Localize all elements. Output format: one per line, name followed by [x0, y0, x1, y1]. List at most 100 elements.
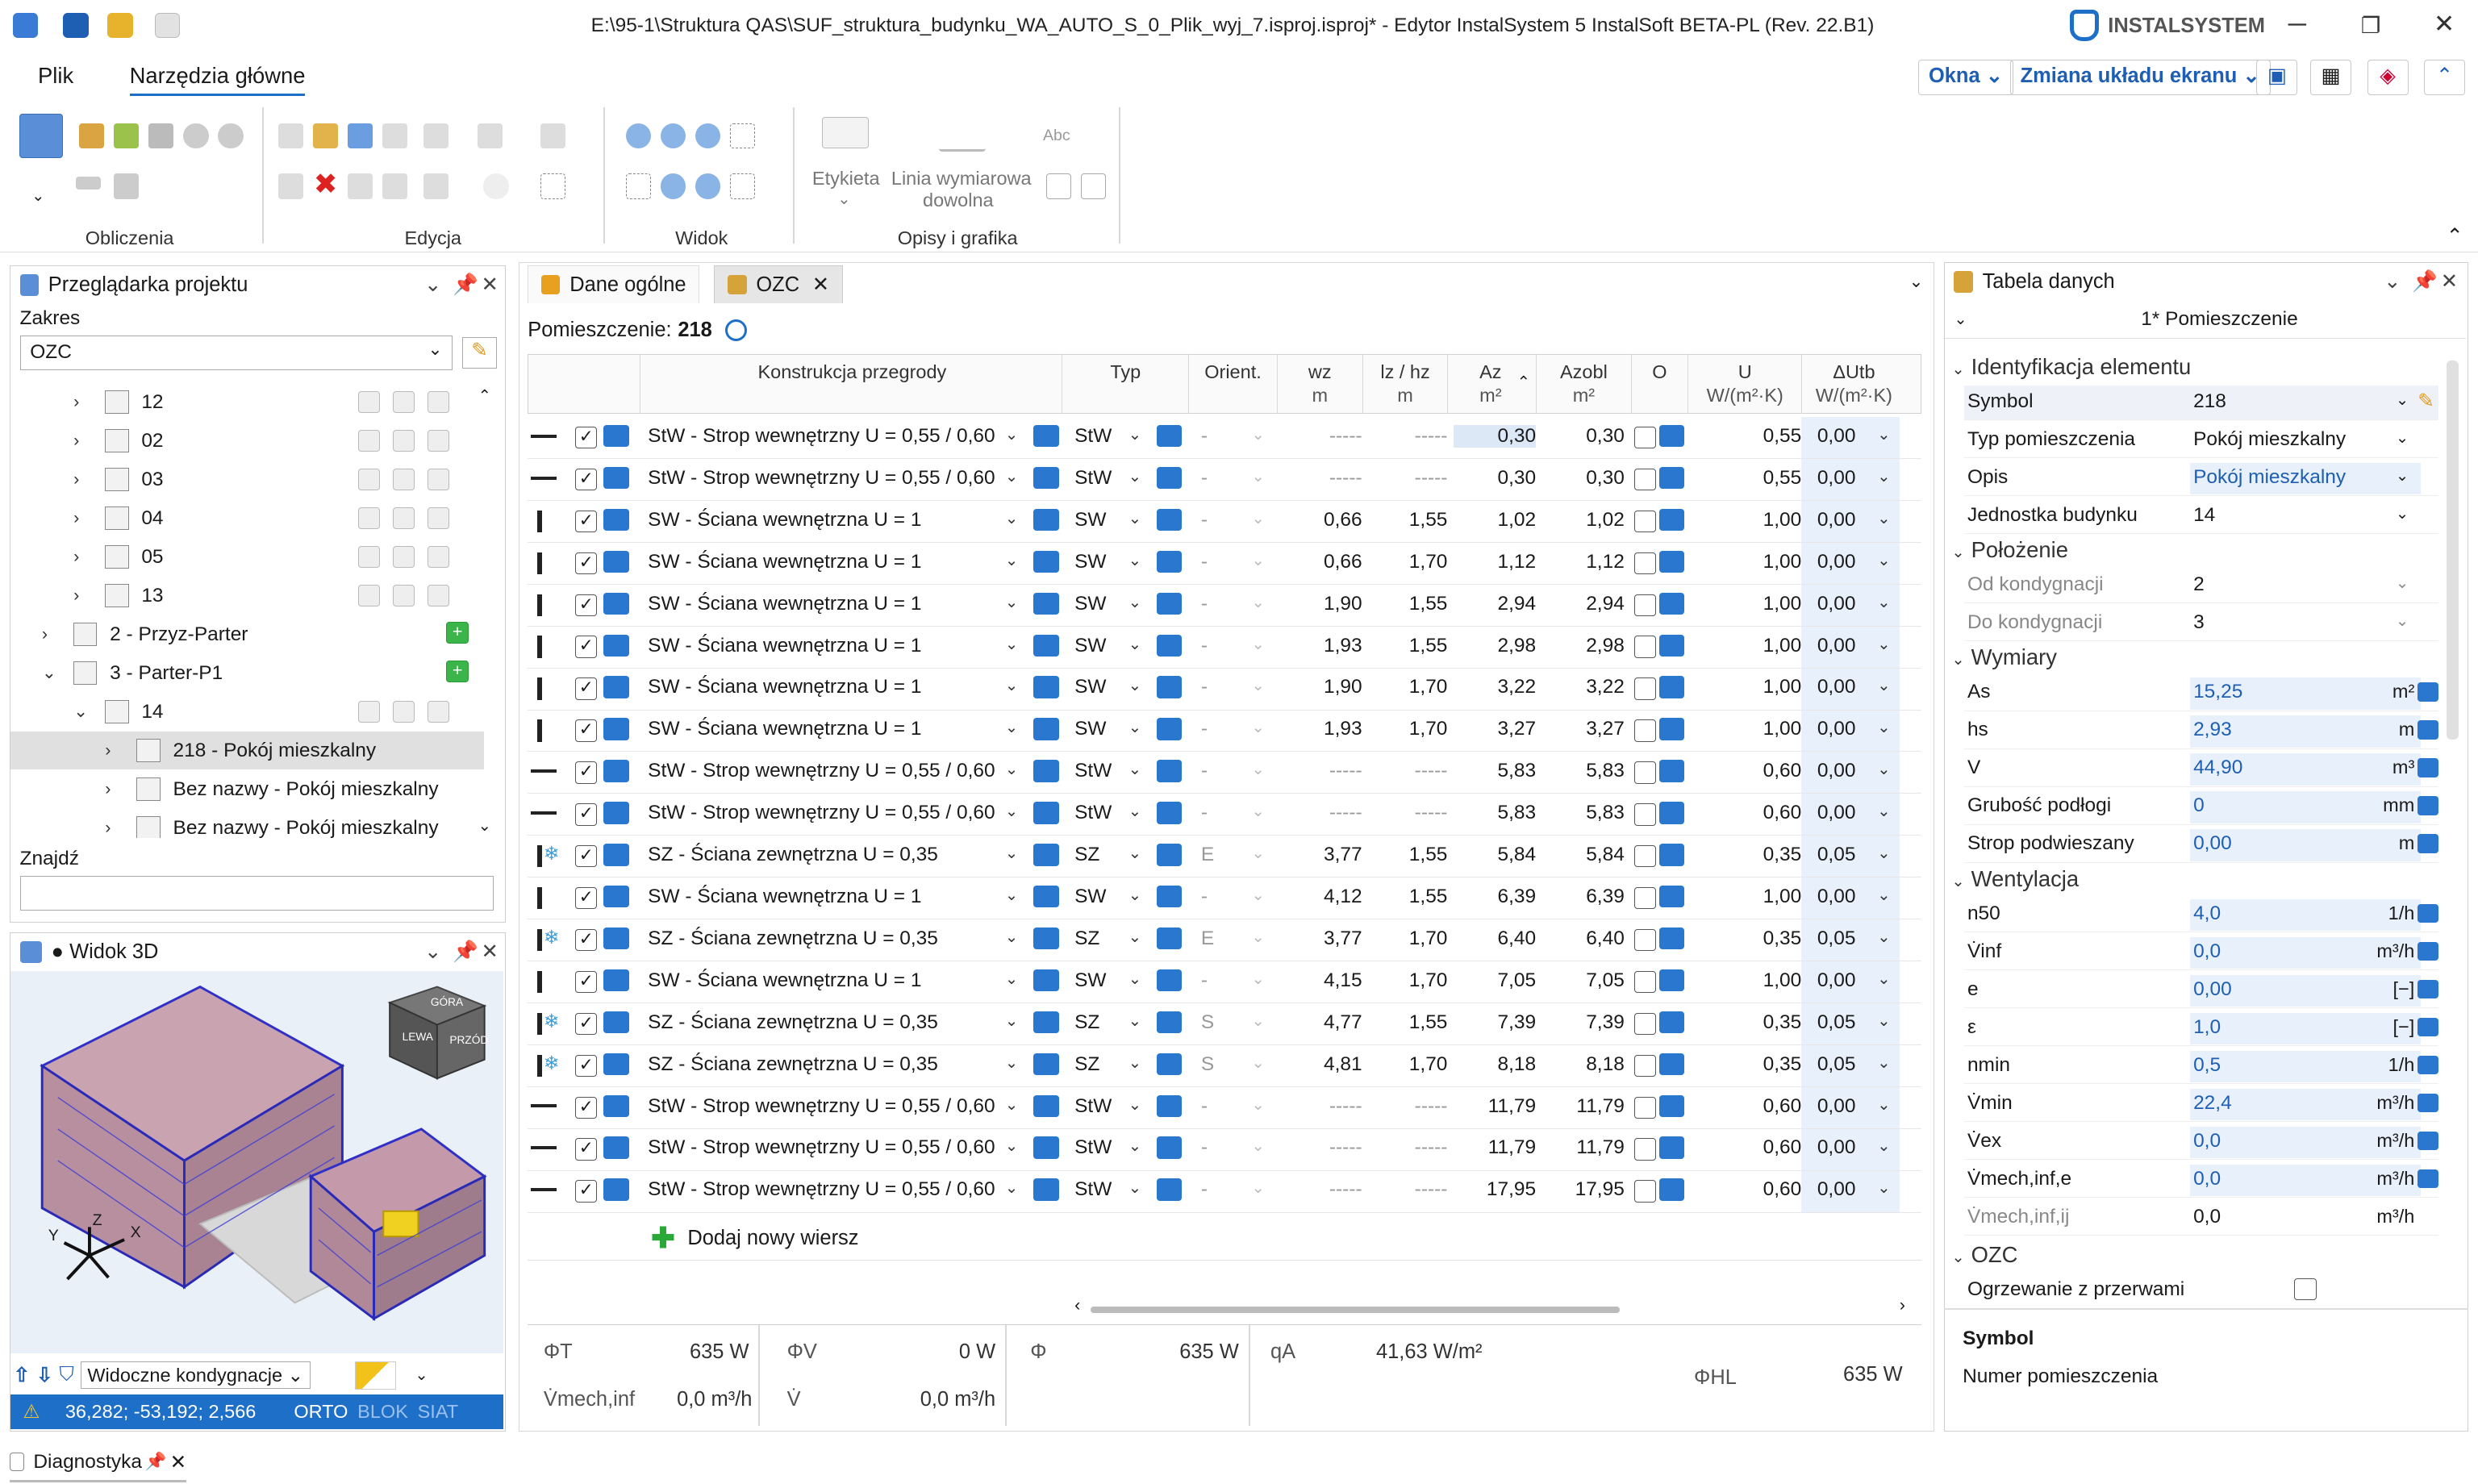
- dt-ogrz-checkbox[interactable]: [2294, 1278, 2317, 1301]
- cell-wz[interactable]: -----: [1283, 802, 1362, 824]
- table-row[interactable]: ✓ SW - Ściana wewnętrzna U = 1 ⌄ SW ⌄ - ⌄ 1,90 1…: [528, 668, 1922, 711]
- typ-pc-icon[interactable]: [1156, 1094, 1183, 1117]
- cell-konstrukcja[interactable]: SZ - Ściana zewnętrzna U = 0,35: [648, 844, 938, 866]
- move-icon[interactable]: [423, 173, 449, 199]
- col-header-o[interactable]: O: [1630, 353, 1688, 415]
- section-collapse-icon[interactable]: ⌄: [1951, 544, 1964, 561]
- group-icon[interactable]: [382, 173, 408, 199]
- scope-select[interactable]: OZC ⌄: [19, 336, 453, 371]
- cell-orient[interactable]: -: [1201, 467, 1208, 490]
- o-pc-icon[interactable]: [1658, 802, 1685, 824]
- orient-dropdown-icon[interactable]: ⌄: [1252, 509, 1265, 528]
- redo-icon[interactable]: [347, 173, 373, 199]
- dt-value-as[interactable]: 15,25: [2193, 681, 2242, 703]
- row-checkbox[interactable]: ✓: [575, 426, 598, 449]
- konstrukcja-dropdown-icon[interactable]: ⌄: [1005, 1095, 1018, 1115]
- orient-dropdown-icon[interactable]: ⌄: [1252, 760, 1265, 779]
- cell-orient[interactable]: -: [1201, 425, 1208, 448]
- cell-wz[interactable]: 4,77: [1283, 1011, 1362, 1034]
- tree-expand-icon[interactable]: ›: [105, 818, 124, 838]
- konstrukcja-pc-icon[interactable]: [1033, 1011, 1059, 1034]
- cube-front-label[interactable]: PRZÓD: [449, 1034, 488, 1046]
- tree-expand-icon[interactable]: ›: [42, 624, 61, 644]
- cell-az[interactable]: 1,12: [1454, 551, 1537, 573]
- dt-value-jedn[interactable]: 14: [2193, 504, 2215, 527]
- cell-wz[interactable]: 3,77: [1283, 844, 1362, 866]
- dt-value-v[interactable]: 44,90: [2193, 757, 2242, 779]
- cell-azobl[interactable]: 0,30: [1542, 467, 1625, 490]
- view3d-canvas[interactable]: GÓRA LEWA PRZÓD Y Z X: [10, 970, 503, 1353]
- dt-value-hs[interactable]: 2,93: [2193, 719, 2232, 741]
- small-action-icon[interactable]: [357, 506, 381, 530]
- cell-o-checkbox[interactable]: [1633, 970, 1657, 994]
- konstrukcja-dropdown-icon[interactable]: ⌄: [1005, 760, 1018, 779]
- cell-lz[interactable]: 1,55: [1368, 1011, 1448, 1034]
- cell-wz[interactable]: -----: [1283, 1136, 1362, 1159]
- konstrukcja-pc-icon[interactable]: [1033, 466, 1059, 490]
- table-row[interactable]: ✓ SW - Ściana wewnętrzna U = 1 ⌄ SW ⌄ - ⌄ 0,66 1…: [528, 542, 1922, 585]
- dt-expand-icon[interactable]: ⌄: [1954, 310, 1967, 329]
- typ-pc-icon[interactable]: [1156, 969, 1183, 992]
- cell-o-checkbox[interactable]: [1633, 1096, 1657, 1119]
- row-pc-icon[interactable]: [603, 927, 629, 950]
- cell-lz[interactable]: 1,55: [1368, 844, 1448, 866]
- dt-value-e[interactable]: 0,00: [2193, 978, 2232, 1001]
- orto-toggle[interactable]: ORTO: [294, 1401, 348, 1423]
- konstrukcja-dropdown-icon[interactable]: ⌄: [1005, 802, 1018, 821]
- restore-icon[interactable]: ❐: [2361, 13, 2381, 39]
- table-row[interactable]: ❄ ✓ SZ - Ściana zewnętrzna U = 0,35 ⌄ SZ ⌄ E ⌄ 3…: [528, 919, 1922, 962]
- tabs-chevron-icon[interactable]: ⌄: [1909, 272, 1923, 292]
- cell-o-checkbox[interactable]: [1633, 803, 1657, 826]
- cell-u[interactable]: 1,00: [1704, 593, 1802, 615]
- col-header-dutb[interactable]: ΔUtb W/(m²·K): [1801, 353, 1905, 415]
- cell-typ[interactable]: SW: [1074, 886, 1106, 908]
- table-row[interactable]: ✓ StW - Strop wewnętrzny U = 0,55 / 0,60 ⌄…: [528, 459, 1922, 501]
- cell-orient[interactable]: S: [1201, 1053, 1214, 1076]
- tree-expand-icon[interactable]: ›: [73, 547, 93, 567]
- dutb-dropdown-icon[interactable]: ⌄: [1877, 718, 1890, 737]
- cell-az[interactable]: 5,84: [1454, 844, 1537, 866]
- cell-wz[interactable]: 4,15: [1283, 969, 1362, 992]
- o-pc-icon[interactable]: [1658, 886, 1685, 908]
- typ-pc-icon[interactable]: [1156, 550, 1183, 573]
- cell-lz[interactable]: 1,55: [1368, 509, 1448, 531]
- minus-icon[interactable]: [427, 429, 450, 452]
- cell-azobl[interactable]: 0,30: [1542, 425, 1625, 448]
- table-row[interactable]: ✓ StW - Strop wewnętrzny U = 0,55 / 0,60 ⌄…: [528, 1086, 1922, 1129]
- o-pc-icon[interactable]: [1658, 466, 1685, 490]
- small-action-icon[interactable]: [392, 700, 415, 723]
- dt-pc-icon[interactable]: [2418, 979, 2438, 999]
- cell-u[interactable]: 1,00: [1704, 969, 1802, 992]
- small-action-icon[interactable]: [357, 390, 381, 414]
- tree-expand-icon[interactable]: ›: [73, 392, 93, 412]
- dt-pc-icon[interactable]: [2418, 796, 2438, 815]
- pan-icon[interactable]: [730, 173, 756, 199]
- cell-u[interactable]: 1,00: [1704, 718, 1802, 740]
- grid-icon[interactable]: [1045, 173, 1072, 199]
- calc-icon[interactable]: ▦: [2310, 60, 2351, 95]
- cell-u[interactable]: 0,35: [1704, 1053, 1802, 1076]
- text-style-tool[interactable]: Abc: [1043, 127, 1070, 145]
- zoom-in-icon[interactable]: [625, 123, 652, 149]
- app-icon[interactable]: [12, 12, 39, 39]
- o-pc-icon[interactable]: [1658, 760, 1685, 782]
- cell-dutb[interactable]: 0,00: [1817, 551, 1856, 573]
- table-row[interactable]: ✓ SW - Ściana wewnętrzna U = 1 ⌄ SW ⌄ - ⌄ 1,93 1…: [528, 626, 1922, 669]
- col-header-wz[interactable]: wz m: [1276, 353, 1362, 415]
- arrow-down-icon[interactable]: ⇩: [36, 1363, 53, 1387]
- typ-dropdown-icon[interactable]: ⌄: [1128, 467, 1141, 486]
- dt-value-symbol[interactable]: 218: [2193, 390, 2226, 413]
- cell-azobl[interactable]: 7,39: [1542, 1011, 1625, 1034]
- split-icon[interactable]: [423, 123, 449, 149]
- filter-icon[interactable]: ⛉: [59, 1364, 73, 1386]
- dt-pc-icon[interactable]: [2418, 1169, 2438, 1189]
- row-pc-icon[interactable]: [603, 508, 629, 531]
- tab-general[interactable]: Dane ogólne: [528, 265, 700, 304]
- tree-item[interactable]: › 12: [10, 383, 485, 421]
- row-checkbox[interactable]: ✓: [575, 928, 598, 952]
- cell-az[interactable]: 5,83: [1454, 760, 1537, 782]
- zoom-next-icon[interactable]: [695, 173, 721, 199]
- minus-icon[interactable]: [427, 506, 450, 530]
- cell-konstrukcja[interactable]: SW - Ściana wewnętrzna U = 1: [648, 969, 921, 992]
- konstrukcja-dropdown-icon[interactable]: ⌄: [1005, 928, 1018, 947]
